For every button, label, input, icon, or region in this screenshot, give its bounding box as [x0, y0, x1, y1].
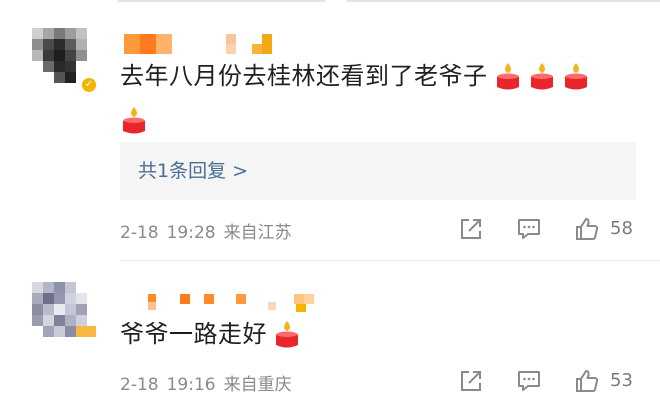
- comment-item: ✓ 去年八月份去桂林还看到了老爷子 共1条回复 > 2-18 19:28 来自江苏 …: [0, 28, 660, 260]
- username-redacted[interactable]: [120, 30, 340, 54]
- share-button[interactable]: [458, 368, 484, 398]
- comment-divider: [120, 260, 660, 261]
- comment-date: 2-18: [120, 375, 159, 395]
- comment-time: 19:28: [166, 223, 216, 243]
- reply-summary-box[interactable]: 共1条回复 >: [120, 142, 636, 200]
- share-button[interactable]: [458, 216, 484, 246]
- like-button[interactable]: [574, 368, 600, 398]
- share-icon: [461, 371, 481, 391]
- candle-emoji: [528, 61, 556, 91]
- like-count: 58: [610, 218, 633, 239]
- comment-location: 来自重庆: [223, 375, 292, 395]
- comment-meta: 2-18 19:16 来自重庆: [120, 370, 300, 395]
- candle-emoji: [562, 61, 590, 91]
- comment-actions: 58: [458, 216, 648, 246]
- reply-button[interactable]: [516, 368, 542, 398]
- comment-icon: [518, 219, 540, 239]
- candle-emoji: [273, 319, 301, 349]
- like-count: 53: [610, 370, 633, 391]
- comment-text: 爷爷一路走好: [120, 312, 301, 356]
- verified-badge: ✓: [80, 76, 98, 94]
- comment-actions: 53: [458, 368, 648, 398]
- avatar[interactable]: [32, 282, 96, 346]
- top-divider: [118, 0, 660, 4]
- comment-icon: [518, 371, 540, 391]
- username-redacted[interactable]: [120, 284, 340, 312]
- comment-date: 2-18: [120, 223, 159, 243]
- view-replies-link[interactable]: 共1条回复 >: [138, 156, 248, 183]
- thumbs-up-icon: [576, 370, 599, 392]
- comment-location: 来自江苏: [223, 223, 292, 243]
- comment-meta: 2-18 19:28 来自江苏: [120, 218, 300, 243]
- candle-emoji: [494, 61, 522, 91]
- candle-emoji: [120, 105, 148, 135]
- share-icon: [461, 219, 481, 239]
- thumbs-up-icon: [576, 218, 599, 240]
- reply-button[interactable]: [516, 216, 542, 246]
- comment-time: 19:16: [166, 375, 216, 395]
- like-button[interactable]: [574, 216, 600, 246]
- comment-text: 去年八月份去桂林还看到了老爷子: [120, 54, 620, 142]
- comment-item: 爷爷一路走好 2-18 19:16 来自重庆 53: [0, 282, 660, 407]
